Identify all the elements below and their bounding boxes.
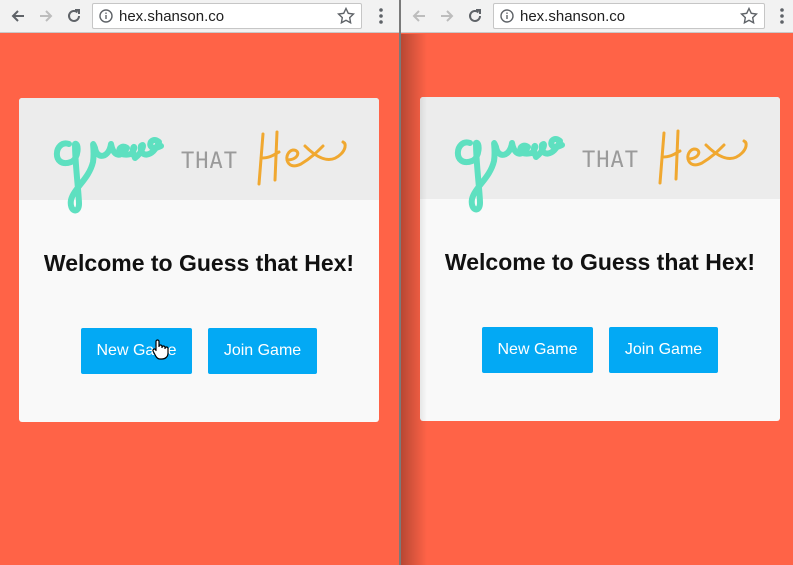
browser-window-right: hex.shanson.co THAT Welcome to Guess tha… bbox=[401, 0, 793, 565]
new-game-button[interactable]: New Game bbox=[81, 328, 192, 374]
star-icon[interactable] bbox=[740, 7, 758, 25]
logo-banner: THAT bbox=[420, 97, 780, 213]
welcome-title: Welcome to Guess that Hex! bbox=[43, 250, 355, 276]
address-bar[interactable]: hex.shanson.co bbox=[92, 3, 362, 29]
logo-that-text: THAT bbox=[582, 148, 639, 173]
forward-button[interactable] bbox=[433, 2, 461, 30]
info-icon bbox=[99, 9, 113, 23]
browser-window-left: hex.shanson.co THAT Welcome to Guess tha… bbox=[0, 0, 399, 565]
back-button[interactable] bbox=[4, 2, 32, 30]
forward-arrow-icon bbox=[441, 10, 454, 22]
address-bar[interactable]: hex.shanson.co bbox=[493, 3, 765, 29]
welcome-title: Welcome to Guess that Hex! bbox=[444, 249, 756, 275]
browser-toolbar: hex.shanson.co bbox=[0, 0, 399, 33]
info-icon bbox=[500, 9, 514, 23]
menu-dots-icon[interactable] bbox=[372, 6, 390, 26]
menu-dots-icon[interactable] bbox=[773, 6, 791, 26]
welcome-card: THAT Welcome to Guess that Hex! New Game… bbox=[420, 97, 780, 421]
guess-that-hex-logo: THAT bbox=[454, 129, 748, 213]
join-game-button[interactable]: Join Game bbox=[609, 327, 718, 373]
welcome-card: THAT Welcome to Guess that Hex! New Game… bbox=[19, 98, 379, 422]
reload-button[interactable] bbox=[461, 2, 489, 30]
back-arrow-icon bbox=[412, 10, 425, 22]
back-button[interactable] bbox=[405, 2, 433, 30]
new-game-button[interactable]: New Game bbox=[482, 327, 593, 373]
logo-that-text: THAT bbox=[181, 149, 238, 174]
star-icon[interactable] bbox=[337, 7, 355, 25]
mouse-pointer-icon bbox=[152, 339, 169, 360]
reload-button[interactable] bbox=[60, 2, 88, 30]
forward-button[interactable] bbox=[32, 2, 60, 30]
window-shadow bbox=[401, 34, 427, 565]
logo-banner: THAT bbox=[19, 98, 379, 214]
forward-arrow-icon bbox=[40, 10, 53, 22]
url-text: hex.shanson.co bbox=[119, 7, 225, 25]
reload-icon bbox=[469, 9, 481, 22]
back-arrow-icon bbox=[11, 10, 24, 22]
browser-toolbar: hex.shanson.co bbox=[401, 0, 793, 33]
url-text: hex.shanson.co bbox=[520, 7, 626, 25]
guess-that-hex-logo: THAT bbox=[53, 130, 347, 214]
join-game-button[interactable]: Join Game bbox=[208, 328, 317, 374]
reload-icon bbox=[68, 9, 80, 22]
